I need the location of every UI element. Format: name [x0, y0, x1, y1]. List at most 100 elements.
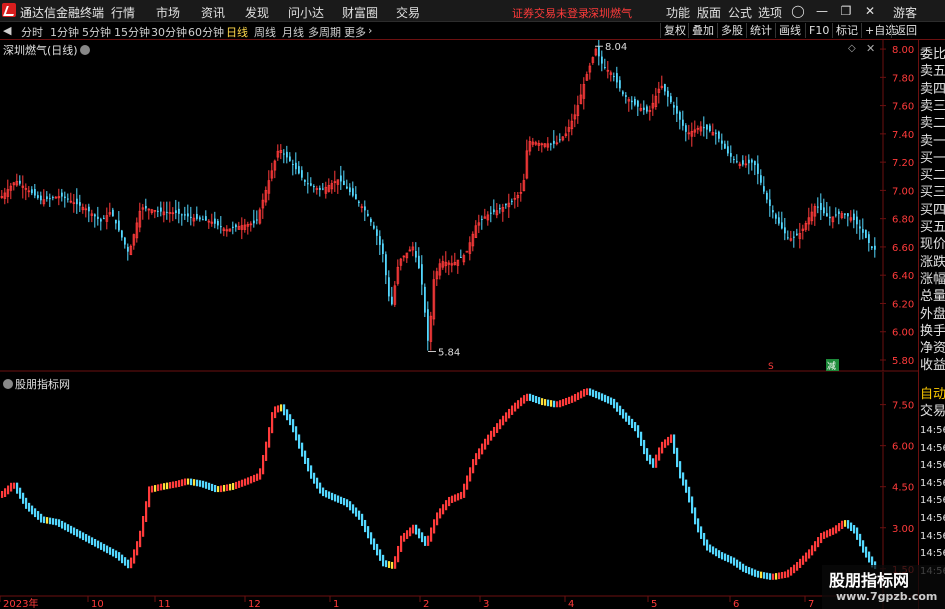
more-chevron-icon[interactable]: › — [368, 24, 372, 37]
menu-ask[interactable]: 问小达 — [288, 4, 324, 21]
indicator-bar — [817, 537, 820, 548]
indicator-bar — [49, 517, 52, 525]
indicator-bar — [562, 399, 565, 407]
pane-close-icon[interactable]: ✕ — [866, 42, 875, 55]
period-1min[interactable]: 1分钟 — [50, 24, 79, 40]
btn-stats[interactable]: 统计 — [746, 23, 775, 38]
candle-body — [703, 127, 705, 129]
candle-body — [187, 213, 189, 217]
candle-body — [283, 153, 285, 155]
indicator-bar — [754, 569, 757, 577]
indicator-bar — [793, 564, 796, 574]
indicator-bar — [205, 481, 208, 489]
candle-body — [859, 226, 861, 229]
menu-quotes[interactable]: 行情 — [111, 4, 135, 21]
period-multi[interactable]: 多周期 — [308, 24, 341, 40]
period-5min[interactable]: 5分钟 — [82, 24, 111, 40]
login-status[interactable]: 证券交易未登录 — [512, 5, 589, 21]
close-icon[interactable]: ✕ — [862, 3, 878, 19]
pane-settings-icon[interactable]: ◇ — [848, 43, 856, 54]
menu-trade[interactable]: 交易 — [396, 4, 420, 21]
period-60min[interactable]: 60分钟 — [188, 24, 224, 40]
btn-adjust[interactable]: 复权 — [660, 23, 689, 38]
auto-toggle[interactable]: 自动 — [920, 386, 945, 404]
indicator-bar — [805, 552, 808, 562]
indicator-bar — [103, 543, 106, 552]
watermark: 股朋指标网 www.7gpzb.com — [822, 565, 945, 609]
btn-f10[interactable]: F10 — [805, 23, 832, 38]
indicator-bar — [721, 552, 724, 560]
indicator-bar — [556, 401, 559, 408]
btn-multistock[interactable]: 多股 — [717, 23, 746, 38]
quote-field-label: 换手 — [920, 323, 945, 339]
indicator-bar — [202, 480, 205, 488]
period-30min[interactable]: 30分钟 — [151, 24, 187, 40]
candle-body — [181, 214, 183, 216]
btn-mark[interactable]: 标记 — [832, 23, 861, 38]
btn-drawline[interactable]: 画线 — [775, 23, 804, 38]
menu-discover[interactable]: 发现 — [245, 4, 269, 21]
tool-formula[interactable]: 公式 — [728, 4, 752, 21]
candle-body — [418, 255, 420, 269]
price-chart[interactable]: 8.00 7.80 7.60 7.40 7.20 7.00 6.80 6.60 6.40 6.20… — [0, 40, 918, 372]
indicator-legend[interactable]: 股朋指标网 — [3, 376, 70, 392]
indicator-bar — [61, 520, 64, 529]
quote-field-label: 委比 — [920, 47, 945, 62]
indicator-bar — [631, 418, 634, 429]
menu-wealth[interactable]: 财富圈 — [342, 4, 378, 21]
candle-body — [742, 160, 744, 165]
quote-field-label: 卖四 — [920, 81, 945, 97]
period-more[interactable]: 更多 — [344, 24, 366, 40]
candle-body — [736, 161, 738, 163]
period-weekly[interactable]: 周线 — [254, 24, 276, 40]
menu-news[interactable]: 资讯 — [201, 4, 225, 21]
candle-body — [511, 200, 513, 202]
indicator-dropdown-icon[interactable] — [3, 379, 13, 389]
indicator-bar — [217, 486, 220, 493]
indicator-bar — [430, 527, 433, 542]
indicator-bar — [319, 482, 322, 494]
period-15min[interactable]: 15分钟 — [114, 24, 150, 40]
price-chart-legend[interactable]: 深圳燃气(日线) — [3, 42, 90, 58]
restore-icon[interactable]: ❐ — [838, 3, 854, 19]
indicator-bar — [418, 528, 421, 539]
indicator-bar — [220, 485, 223, 493]
period-monthly[interactable]: 月线 — [282, 24, 304, 40]
candle-body — [643, 107, 645, 110]
indicator-bar — [304, 450, 307, 464]
candle-body — [367, 213, 369, 216]
legend-dropdown-icon[interactable] — [79, 45, 90, 55]
indicator-bar — [688, 486, 691, 503]
candle-body — [301, 170, 303, 178]
candle-body — [616, 73, 618, 83]
candle-body — [835, 214, 837, 216]
period-arrow-icon[interactable]: ◀ — [3, 24, 11, 37]
indicator-bar — [10, 482, 13, 492]
trade-label[interactable]: 交易 — [920, 403, 945, 421]
period-timeshare[interactable]: 分时 — [21, 24, 43, 40]
indicator-chart[interactable]: 7.506.004.503.001.502023年1011121234567 — [0, 372, 918, 609]
indicator-bar — [838, 523, 841, 532]
btn-overlay[interactable]: 叠加 — [688, 23, 717, 38]
indicator-bar — [145, 501, 148, 522]
indicator-bar — [148, 486, 151, 508]
indicator-bar — [28, 502, 31, 512]
minimize-icon[interactable]: — — [814, 3, 830, 19]
menu-market[interactable]: 市场 — [156, 4, 180, 21]
guest-user[interactable]: 游客 — [893, 4, 917, 21]
btn-back[interactable]: 返回 — [891, 23, 920, 38]
indicator-bar — [490, 430, 493, 441]
tool-layout[interactable]: 版面 — [697, 4, 721, 21]
indicator-bar — [658, 447, 661, 461]
candle-body — [199, 217, 201, 220]
tool-function[interactable]: 功能 — [666, 4, 690, 21]
period-daily[interactable]: 日线 — [226, 24, 248, 40]
tool-options[interactable]: 选项 — [758, 4, 782, 21]
period-toolbar: ◀ 分时 1分钟 5分钟 15分钟 30分钟 60分钟 日线 周线 月线 多周期… — [0, 22, 945, 62]
candle-body — [751, 159, 753, 163]
indicator-bar — [187, 478, 190, 485]
candle-body — [829, 216, 831, 219]
indicator-bar — [289, 414, 292, 426]
headset-icon[interactable]: ◯ — [790, 3, 806, 19]
quote-field-label: 净资 — [920, 341, 945, 357]
